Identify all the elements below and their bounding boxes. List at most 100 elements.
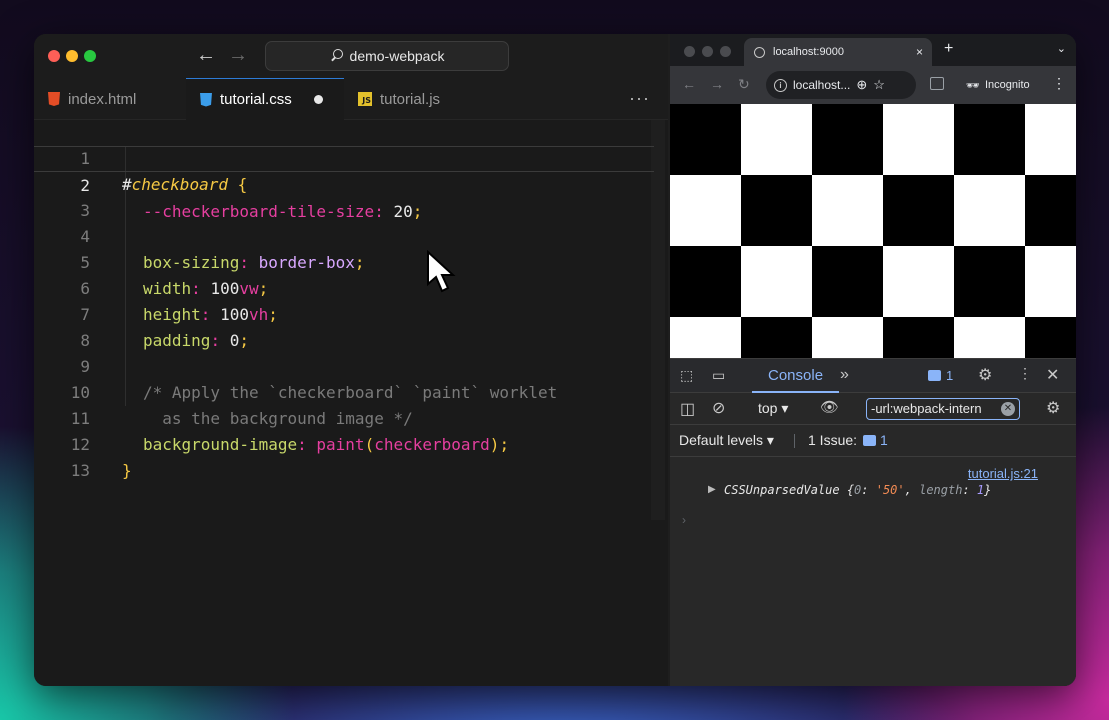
code-line-9[interactable]: 9 /* Apply the `checkerboard` `paint` wo…: [34, 328, 654, 402]
console-filter-input[interactable]: -url:webpack-intern ✕: [866, 398, 1020, 420]
code-line-6[interactable]: 6 height: 100vh;: [34, 250, 654, 324]
zoom-window-button[interactable]: [720, 46, 731, 57]
console-levels-bar: Default levels ▾ 1 Issue: 1: [670, 425, 1076, 457]
address-bar[interactable]: i localhost... ⊕ ☆: [766, 71, 916, 99]
code-area[interactable]: 1 #checkboard { 2 --checkerboard-tile-si…: [34, 120, 668, 686]
tab-index-html[interactable]: index.html: [34, 78, 186, 120]
unsaved-changes-icon[interactable]: [313, 95, 323, 104]
tab-tutorial-css[interactable]: tutorial.css: [186, 78, 344, 120]
browser-tabstrip: localhost:9000 × + ⌄: [670, 34, 1076, 66]
clear-console-icon[interactable]: ⊘: [712, 398, 725, 418]
browser-tab-title: localhost:9000: [773, 46, 844, 58]
tab-label: tutorial.css: [220, 91, 292, 108]
checkerboard-tile: [670, 246, 741, 317]
checkerboard-tile: [883, 317, 954, 358]
browser-tab[interactable]: localhost:9000 ×: [744, 38, 932, 66]
close-devtools-icon[interactable]: ✕: [1046, 365, 1059, 385]
zoom-icon[interactable]: ⊕: [856, 77, 867, 93]
message-icon: [928, 370, 941, 381]
tab-search-chevron-icon[interactable]: ⌄: [1057, 42, 1066, 55]
sidebar-toggle-icon[interactable]: ◫: [680, 399, 695, 419]
issues-counter[interactable]: 1 Issue: 1: [808, 432, 888, 448]
code-line-10[interactable]: 10 as the background image */: [34, 354, 654, 428]
back-arrow-icon[interactable]: ←: [682, 76, 696, 92]
devtools-menu-icon[interactable]: ⋮: [1018, 365, 1032, 382]
url-text: localhost...: [793, 78, 851, 92]
tab-label: tutorial.js: [380, 90, 441, 108]
js-file-icon: JS: [358, 92, 372, 106]
code-line-11[interactable]: 11 background-image: paint(checkerboard)…: [34, 380, 654, 454]
checkerboard-tile: [812, 246, 883, 317]
console-log-entry[interactable]: CSSUnparsedValue {0: '50', length: 1}: [724, 483, 991, 497]
more-actions-icon[interactable]: ···: [629, 88, 650, 109]
checkerboard-tile: [1025, 317, 1076, 358]
code-line-1[interactable]: 1 #checkboard {: [34, 120, 654, 194]
close-window-button[interactable]: [48, 50, 60, 62]
log-string-value: '50': [875, 483, 905, 497]
log-colon: :: [962, 483, 977, 497]
close-tab-icon[interactable]: ×: [916, 45, 923, 59]
editor-tabbar: index.html tutorial.css JS tutorial.js ·…: [34, 78, 668, 120]
settings-gear-icon[interactable]: ⚙: [978, 365, 992, 385]
incognito-label: Incognito: [984, 79, 1030, 91]
default-levels-dropdown[interactable]: Default levels ▾: [679, 432, 774, 449]
app-window: ← → demo-webpack index.html tutorial.css…: [34, 34, 1076, 686]
reload-icon[interactable]: ↻: [738, 76, 750, 93]
page-viewport-checkerboard[interactable]: [670, 104, 1076, 358]
code-line-7[interactable]: 7 padding: 0;: [34, 276, 654, 350]
code-editor: ← → demo-webpack index.html tutorial.css…: [34, 34, 668, 686]
inspect-element-icon[interactable]: ⬚: [680, 367, 693, 384]
live-expression-eye-icon[interactable]: 👁: [820, 398, 839, 416]
checkerboard-tile: [1025, 175, 1076, 246]
back-arrow-icon[interactable]: ←: [196, 43, 216, 67]
log-brace: {: [839, 483, 855, 497]
code-line-8[interactable]: 8: [34, 302, 654, 350]
context-selector[interactable]: top ▾: [758, 400, 788, 417]
messages-count: 1: [946, 368, 954, 383]
code-line-2[interactable]: 2 --checkerboard-tile-size: 20;: [34, 146, 654, 221]
device-toolbar-icon[interactable]: ▭: [712, 367, 725, 384]
editor-titlebar: ← → demo-webpack: [34, 34, 668, 78]
console-prompt-icon[interactable]: ›: [682, 513, 686, 527]
new-tab-button[interactable]: +: [944, 40, 953, 58]
incognito-icon: 🕶: [966, 79, 980, 92]
console-filter-bar: ◫ ⊘ top ▾ 👁 -url:webpack-intern ✕ ⚙: [670, 393, 1076, 425]
tab-label: index.html: [68, 90, 137, 108]
devtools-panel: ⬚ ▭ Console » 1 ⚙ ⋮ ✕ ◫ ⊘ top ▾ 👁 -url:w…: [670, 358, 1076, 686]
tab-tutorial-js[interactable]: JS tutorial.js: [344, 78, 494, 120]
bookmark-star-icon[interactable]: ☆: [873, 77, 885, 93]
close-brace: }: [122, 461, 132, 480]
console-output: tutorial.js:21 ▶ CSSUnparsedValue {0: '5…: [670, 457, 1076, 686]
incognito-badge[interactable]: 🕶 Incognito: [958, 71, 1062, 99]
close-window-button[interactable]: [684, 46, 695, 57]
command-center-search[interactable]: demo-webpack: [265, 41, 509, 71]
clear-filter-icon[interactable]: ✕: [1001, 402, 1015, 416]
more-tabs-chevron-icon[interactable]: »: [840, 366, 849, 384]
code-line-5[interactable]: 5 width: 100vw;: [34, 224, 654, 298]
expand-triangle-icon[interactable]: ▶: [708, 484, 716, 495]
checkerboard-tile: [741, 175, 812, 246]
log-type: CSSUnparsedValue: [724, 483, 840, 497]
side-panel-icon[interactable]: [930, 77, 944, 90]
issues-count-badge: 1: [863, 432, 888, 448]
browser-menu-icon[interactable]: ⋮: [1052, 75, 1066, 92]
workspace-name: demo-webpack: [349, 48, 445, 64]
zoom-window-button[interactable]: [84, 50, 96, 62]
html-file-icon: [48, 92, 60, 106]
console-settings-gear-icon[interactable]: ⚙: [1046, 398, 1060, 418]
code-line-4[interactable]: 4 box-sizing: border-box;: [34, 198, 654, 272]
code-line-12[interactable]: 12 }: [34, 406, 654, 480]
code-line-13[interactable]: 13: [34, 432, 654, 480]
messages-badge[interactable]: 1: [928, 368, 953, 383]
log-key: length: [919, 483, 963, 497]
forward-arrow-icon[interactable]: →: [228, 43, 248, 67]
minimize-window-button[interactable]: [702, 46, 713, 57]
site-info-icon[interactable]: i: [774, 78, 787, 92]
checkerboard-tile: [741, 317, 812, 358]
forward-arrow-icon[interactable]: →: [710, 76, 724, 92]
css-file-icon: [200, 92, 212, 107]
log-source-link[interactable]: tutorial.js:21: [968, 466, 1038, 481]
tab-console[interactable]: Console: [752, 359, 840, 393]
minimize-window-button[interactable]: [66, 50, 78, 62]
code-line-3[interactable]: 3: [34, 172, 654, 220]
